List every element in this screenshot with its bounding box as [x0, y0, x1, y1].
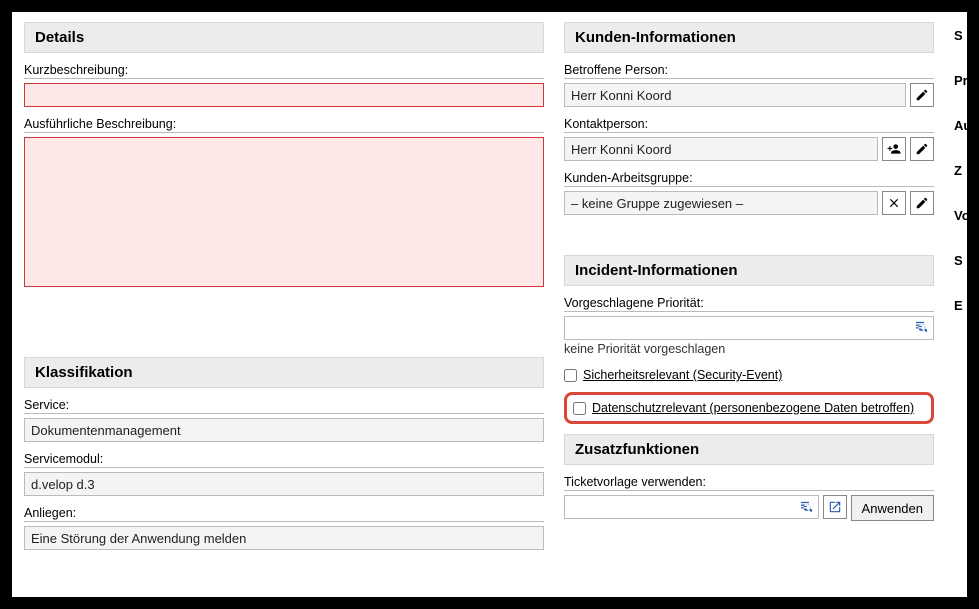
- edit-kontakt-button[interactable]: [910, 137, 934, 161]
- assign-kontakt-button[interactable]: [882, 137, 906, 161]
- servicemodul-field: Servicemodul: d.velop d.3: [24, 452, 544, 496]
- prio-field: Vorgeschlagene Priorität: keine Prioritä…: [564, 296, 934, 356]
- anliegen-value[interactable]: Eine Störung der Anwendung melden: [24, 526, 544, 550]
- anliegen-field: Anliegen: Eine Störung der Anwendung mel…: [24, 506, 544, 550]
- kontakt-field: Kontaktperson: Herr Konni Koord: [564, 117, 934, 161]
- user-plus-icon: [887, 142, 901, 156]
- service-value[interactable]: Dokumentenmanagement: [24, 418, 544, 442]
- datenschutz-checkbox[interactable]: [573, 402, 586, 415]
- open-external-button[interactable]: [823, 495, 847, 519]
- prio-label: Vorgeschlagene Priorität:: [564, 296, 934, 312]
- arbeitsgruppe-value[interactable]: – keine Gruppe zugewiesen –: [564, 191, 878, 215]
- zusatz-header: Zusatzfunktionen: [564, 434, 934, 465]
- vorlage-label: Ticketvorlage verwenden:: [564, 475, 934, 491]
- cutoff-label: Vo: [954, 208, 979, 223]
- pencil-icon: [915, 196, 929, 210]
- anwenden-button[interactable]: Anwenden: [851, 495, 934, 521]
- betroffene-label: Betroffene Person:: [564, 63, 934, 79]
- cutoff-label: S: [954, 28, 979, 43]
- vorlage-input[interactable]: [564, 495, 819, 519]
- pencil-icon: [915, 142, 929, 156]
- sicherheit-row[interactable]: Sicherheitsrelevant (Security-Event): [564, 366, 934, 384]
- lookup-icon[interactable]: [799, 499, 815, 518]
- kontakt-value[interactable]: Herr Konni Koord: [564, 137, 878, 161]
- clear-arbeitsgruppe-button[interactable]: [882, 191, 906, 215]
- cutoff-label: Z: [954, 163, 979, 178]
- left-column: Details Kurzbeschreibung: Ausführliche B…: [24, 22, 544, 587]
- betroffene-field: Betroffene Person: Herr Konni Koord: [564, 63, 934, 107]
- vorlage-field: Ticketvorlage verwenden: Anwenden: [564, 475, 934, 521]
- lookup-icon[interactable]: [914, 319, 930, 338]
- cutoff-label: S: [954, 253, 979, 268]
- pencil-icon: [915, 88, 929, 102]
- close-icon: [887, 196, 901, 210]
- kurzbeschreibung-field: Kurzbeschreibung:: [24, 63, 544, 107]
- betroffene-value[interactable]: Herr Konni Koord: [564, 83, 906, 107]
- edit-betroffene-button[interactable]: [910, 83, 934, 107]
- cutoff-column: S Pr Au Z Vo S E: [954, 22, 979, 587]
- servicemodul-label: Servicemodul:: [24, 452, 544, 468]
- external-link-icon: [828, 500, 842, 514]
- prio-input[interactable]: [564, 316, 934, 340]
- ausfuehrlich-textarea[interactable]: [24, 137, 544, 287]
- form-frame: Details Kurzbeschreibung: Ausführliche B…: [0, 0, 979, 609]
- kunden-header: Kunden-Informationen: [564, 22, 934, 53]
- arbeitsgruppe-field: Kunden-Arbeitsgruppe: – keine Gruppe zug…: [564, 171, 934, 215]
- incident-header: Incident-Informationen: [564, 255, 934, 286]
- kontakt-label: Kontaktperson:: [564, 117, 934, 133]
- sicherheit-checkbox[interactable]: [564, 369, 577, 382]
- ausfuehrlich-label: Ausführliche Beschreibung:: [24, 117, 544, 133]
- datenschutz-row[interactable]: Datenschutzrelevant (personenbezogene Da…: [573, 399, 925, 417]
- arbeitsgruppe-label: Kunden-Arbeitsgruppe:: [564, 171, 934, 187]
- ausfuehrlich-field: Ausführliche Beschreibung:: [24, 117, 544, 287]
- cutoff-label: E: [954, 298, 979, 313]
- cutoff-label: Pr: [954, 73, 979, 88]
- sicherheit-label[interactable]: Sicherheitsrelevant (Security-Event): [583, 368, 782, 382]
- kurzbeschreibung-input[interactable]: [24, 83, 544, 107]
- datenschutz-label[interactable]: Datenschutzrelevant (personenbezogene Da…: [592, 401, 914, 415]
- anliegen-label: Anliegen:: [24, 506, 544, 522]
- datenschutz-highlight: Datenschutzrelevant (personenbezogene Da…: [564, 392, 934, 424]
- service-field: Service: Dokumentenmanagement: [24, 398, 544, 442]
- servicemodul-value[interactable]: d.velop d.3: [24, 472, 544, 496]
- right-column: Kunden-Informationen Betroffene Person: …: [564, 22, 934, 587]
- details-header: Details: [24, 22, 544, 53]
- cutoff-label: Au: [954, 118, 979, 133]
- edit-arbeitsgruppe-button[interactable]: [910, 191, 934, 215]
- klassifikation-header: Klassifikation: [24, 357, 544, 388]
- prio-hint: keine Priorität vorgeschlagen: [564, 342, 934, 356]
- kurzbeschreibung-label: Kurzbeschreibung:: [24, 63, 544, 79]
- service-label: Service:: [24, 398, 544, 414]
